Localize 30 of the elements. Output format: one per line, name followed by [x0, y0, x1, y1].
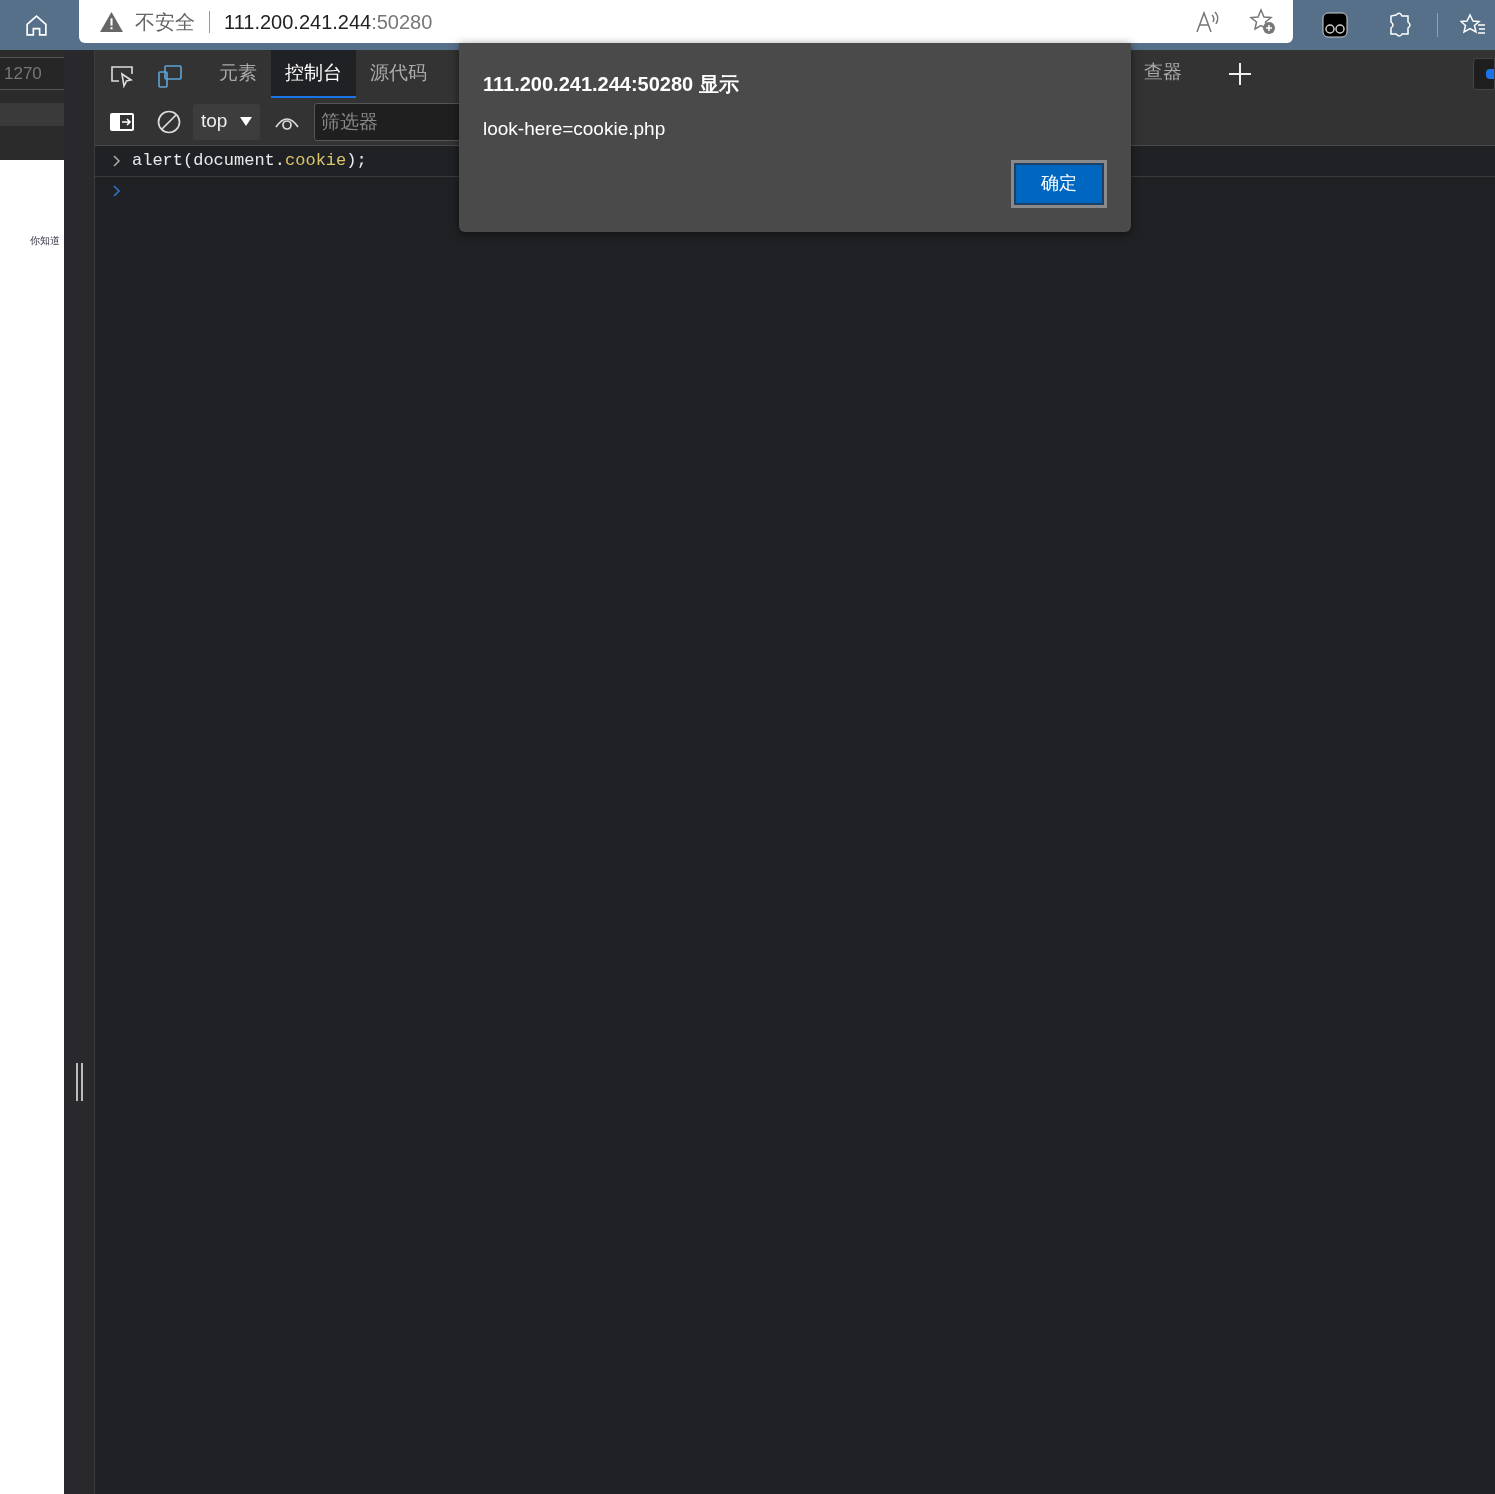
page-text: 你知道 — [30, 234, 60, 248]
device-icon[interactable] — [157, 64, 183, 88]
home-icon[interactable] — [24, 12, 49, 38]
chevron-icon — [113, 155, 121, 167]
sidebar-toggle-icon[interactable] — [109, 111, 135, 132]
extensions-icon[interactable] — [1388, 12, 1412, 38]
dialog-message: look-here=cookie.php — [483, 117, 667, 141]
resize-handle[interactable] — [75, 1063, 83, 1101]
devtools-tab[interactable]: 控制台 — [271, 50, 356, 98]
width-field[interactable]: 1270 — [0, 57, 64, 90]
favorites-icon[interactable] — [1460, 13, 1486, 37]
add-tab-icon[interactable] — [1228, 62, 1252, 86]
address-bar[interactable]: 不安全 111.200.241.244:50280 — [79, 0, 1293, 43]
console-command: alert(document.cookie); — [132, 150, 367, 173]
devtools-tab[interactable]: 源代码 — [356, 50, 441, 98]
devtools-tab[interactable]: 元素 — [205, 50, 271, 98]
dialog-title: 111.200.241.244:50280 显示 — [483, 72, 740, 97]
feedback-button[interactable] — [1473, 58, 1495, 90]
context-dropdown[interactable]: top — [193, 103, 261, 140]
prompt-icon[interactable] — [113, 185, 121, 197]
clear-icon[interactable] — [157, 109, 181, 134]
warning-icon[interactable] — [99, 10, 124, 33]
url-text[interactable]: 111.200.241.244:50280 — [224, 6, 433, 37]
ok-button[interactable]: 确定 — [1011, 159, 1107, 208]
security-label: 不安全 — [135, 9, 195, 35]
extension-mask-icon[interactable] — [1322, 12, 1348, 38]
devtools-tab[interactable]: 查器 — [1144, 57, 1182, 86]
inspect-icon[interactable] — [109, 64, 135, 88]
dropdown-caret-icon — [240, 117, 253, 126]
add-favorite-icon[interactable] — [1249, 7, 1277, 36]
